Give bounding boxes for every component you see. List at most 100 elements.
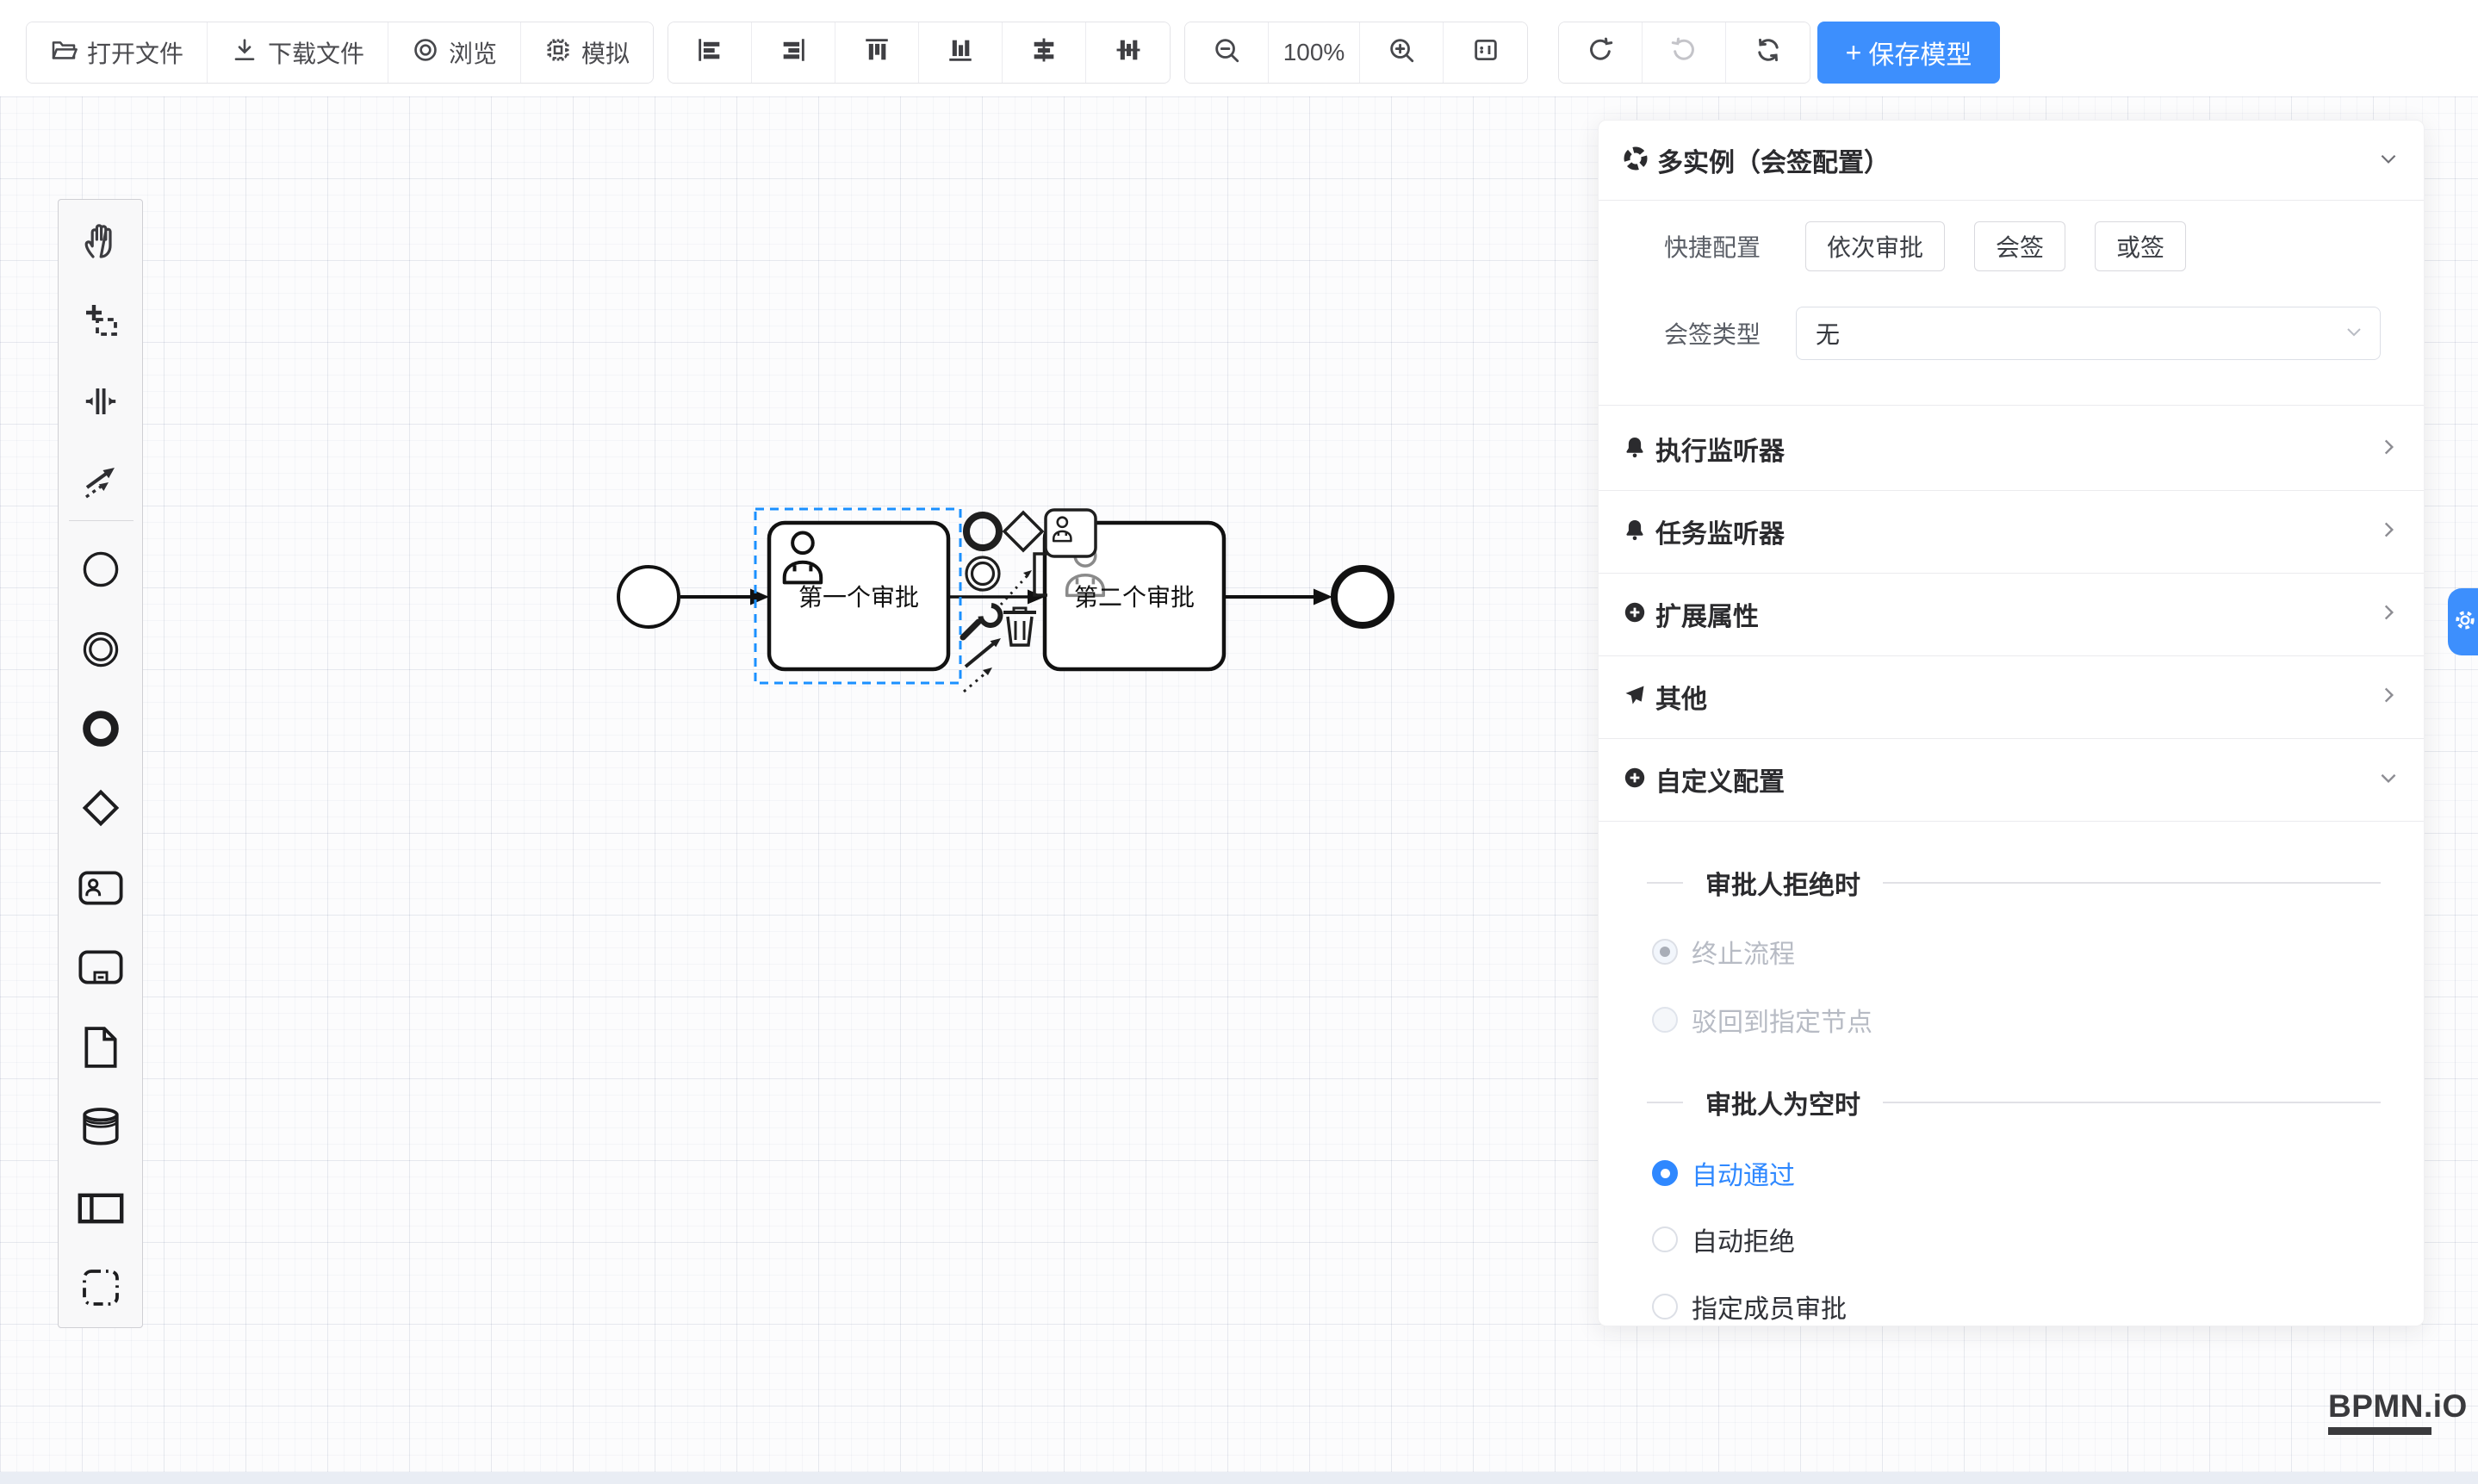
align-center-vertical-button[interactable] <box>1086 22 1170 83</box>
align-bottom-button[interactable] <box>919 22 1003 83</box>
sign-type-value: 无 <box>1816 316 1840 351</box>
align-center-horizontal-icon <box>1029 35 1059 71</box>
properties-panel: 多实例（会签配置） 快捷配置 依次审批 会签 或签 会签类型 无 执行监听器 <box>1598 120 2425 1326</box>
radio-auto-reject[interactable]: 自动拒绝 <box>1652 1220 1795 1258</box>
bpmn-designer-app: 打开文件 下载文件 浏览 模拟 100% <box>0 0 2478 1484</box>
radio-icon <box>1652 1226 1678 1252</box>
save-model-label: 保存模型 <box>1868 34 1972 71</box>
fit-viewport-icon <box>1471 35 1500 71</box>
countersign-button[interactable]: 会签 <box>1974 221 2065 271</box>
section-task-listener[interactable]: 任务监听器 <box>1599 490 2424 573</box>
palette-data-store[interactable] <box>77 1102 125 1151</box>
global-connect-tool[interactable] <box>77 457 125 506</box>
zoom-in-icon <box>1387 35 1416 71</box>
section-execution-listener[interactable]: 执行监听器 <box>1599 407 2424 490</box>
reset-icon <box>1754 35 1783 71</box>
panel-title: 多实例（会签配置） <box>1657 141 1890 179</box>
radio-icon <box>1652 1007 1678 1033</box>
palette-end-event[interactable] <box>77 705 125 753</box>
palette-participant[interactable] <box>77 1184 125 1233</box>
zoom-out-icon <box>1212 35 1241 71</box>
lasso-tool[interactable] <box>77 296 125 345</box>
quick-config-label: 快捷配置 <box>1599 229 1761 264</box>
quick-config-row: 快捷配置 依次审批 会签 或签 <box>1599 219 2400 274</box>
eye-icon <box>412 36 439 70</box>
undo-button[interactable] <box>1559 22 1643 83</box>
zoom-group: 100% <box>1184 22 1528 84</box>
chevron-right-icon <box>2377 684 2400 711</box>
plus-icon: + <box>1846 39 1862 66</box>
align-left-button[interactable] <box>668 22 752 83</box>
panel-header[interactable]: 多实例（会签配置） <box>1599 121 2424 200</box>
space-tool[interactable] <box>77 377 125 425</box>
chevron-right-icon <box>2377 518 2400 545</box>
or-sign-button[interactable]: 或签 <box>2095 221 2186 271</box>
align-top-button[interactable] <box>835 22 919 83</box>
folder-open-icon <box>50 36 78 70</box>
palette-intermediate-event[interactable] <box>77 625 125 674</box>
align-left-icon <box>695 35 724 71</box>
bell-icon <box>1623 518 1647 546</box>
palette-group[interactable] <box>77 1264 125 1312</box>
open-file-button[interactable]: 打开文件 <box>27 22 208 83</box>
zoom-out-button[interactable] <box>1185 22 1269 83</box>
download-file-label: 下载文件 <box>268 35 364 70</box>
plus-circle-icon <box>1623 766 1647 794</box>
align-top-icon <box>862 35 891 71</box>
radio-terminate-process[interactable]: 终止流程 <box>1652 933 1795 971</box>
zoom-value: 100% <box>1269 22 1360 83</box>
chevron-right-icon <box>2377 436 2400 463</box>
hand-tool[interactable] <box>77 217 125 265</box>
horizontal-scrollbar[interactable] <box>0 1472 2478 1484</box>
align-center-horizontal-button[interactable] <box>1003 22 1086 83</box>
toolbar: 打开文件 下载文件 浏览 模拟 100% <box>0 0 2478 96</box>
settings-tab[interactable] <box>2448 588 2478 655</box>
sequential-approval-button[interactable]: 依次审批 <box>1805 221 1945 271</box>
plus-circle-icon <box>1623 600 1647 629</box>
chevron-down-icon <box>2377 767 2400 793</box>
reject-group-heading: 审批人拒绝时 <box>1599 859 2381 907</box>
radio-icon <box>1652 1294 1678 1319</box>
section-custom-config[interactable]: 自定义配置 <box>1599 738 2424 821</box>
bell-icon <box>1623 435 1647 463</box>
open-file-label: 打开文件 <box>87 35 183 70</box>
gear-icon <box>2448 607 2478 637</box>
radio-reject-to-node[interactable]: 驳回到指定节点 <box>1652 1001 1872 1039</box>
send-icon <box>1623 683 1647 711</box>
sign-type-row: 会签类型 无 <box>1599 306 2400 361</box>
element-palette <box>58 199 143 1328</box>
empty-group-heading: 审批人为空时 <box>1599 1078 2381 1127</box>
zoom-in-button[interactable] <box>1360 22 1444 83</box>
chevron-right-icon <box>2377 601 2400 628</box>
align-right-icon <box>779 35 808 71</box>
download-icon <box>231 36 258 70</box>
section-extended-properties[interactable]: 扩展属性 <box>1599 573 2424 655</box>
radio-assign-member[interactable]: 指定成员审批 <box>1652 1288 1847 1326</box>
preview-button[interactable]: 浏览 <box>388 22 521 83</box>
undo-icon <box>1586 35 1615 71</box>
bpmn-io-logo[interactable]: BPMN.iO <box>2328 1388 2468 1435</box>
preview-label: 浏览 <box>449 35 497 70</box>
reset-icon-button[interactable] <box>1726 22 1810 83</box>
align-right-button[interactable] <box>752 22 835 83</box>
multi-instance-icon <box>1623 146 1649 176</box>
palette-user-task[interactable] <box>77 864 125 912</box>
chevron-down-icon <box>2377 147 2400 174</box>
history-group <box>1558 22 1810 84</box>
simulate-button[interactable]: 模拟 <box>521 22 653 83</box>
radio-icon <box>1652 939 1678 965</box>
redo-icon <box>1669 35 1699 71</box>
download-file-button[interactable]: 下载文件 <box>208 22 388 83</box>
section-other[interactable]: 其他 <box>1599 655 2424 738</box>
simulate-label: 模拟 <box>581 35 630 70</box>
sign-type-select[interactable]: 无 <box>1796 307 2381 360</box>
redo-button[interactable] <box>1643 22 1726 83</box>
sign-type-label: 会签类型 <box>1599 316 1761 351</box>
palette-gateway[interactable] <box>77 784 125 832</box>
fit-viewport-button[interactable] <box>1444 22 1527 83</box>
palette-data-object[interactable] <box>77 1023 125 1071</box>
palette-subprocess[interactable] <box>77 943 125 991</box>
radio-auto-pass[interactable]: 自动通过 <box>1652 1154 1795 1192</box>
palette-start-event[interactable] <box>77 545 125 593</box>
save-model-button[interactable]: + 保存模型 <box>1817 22 2000 84</box>
